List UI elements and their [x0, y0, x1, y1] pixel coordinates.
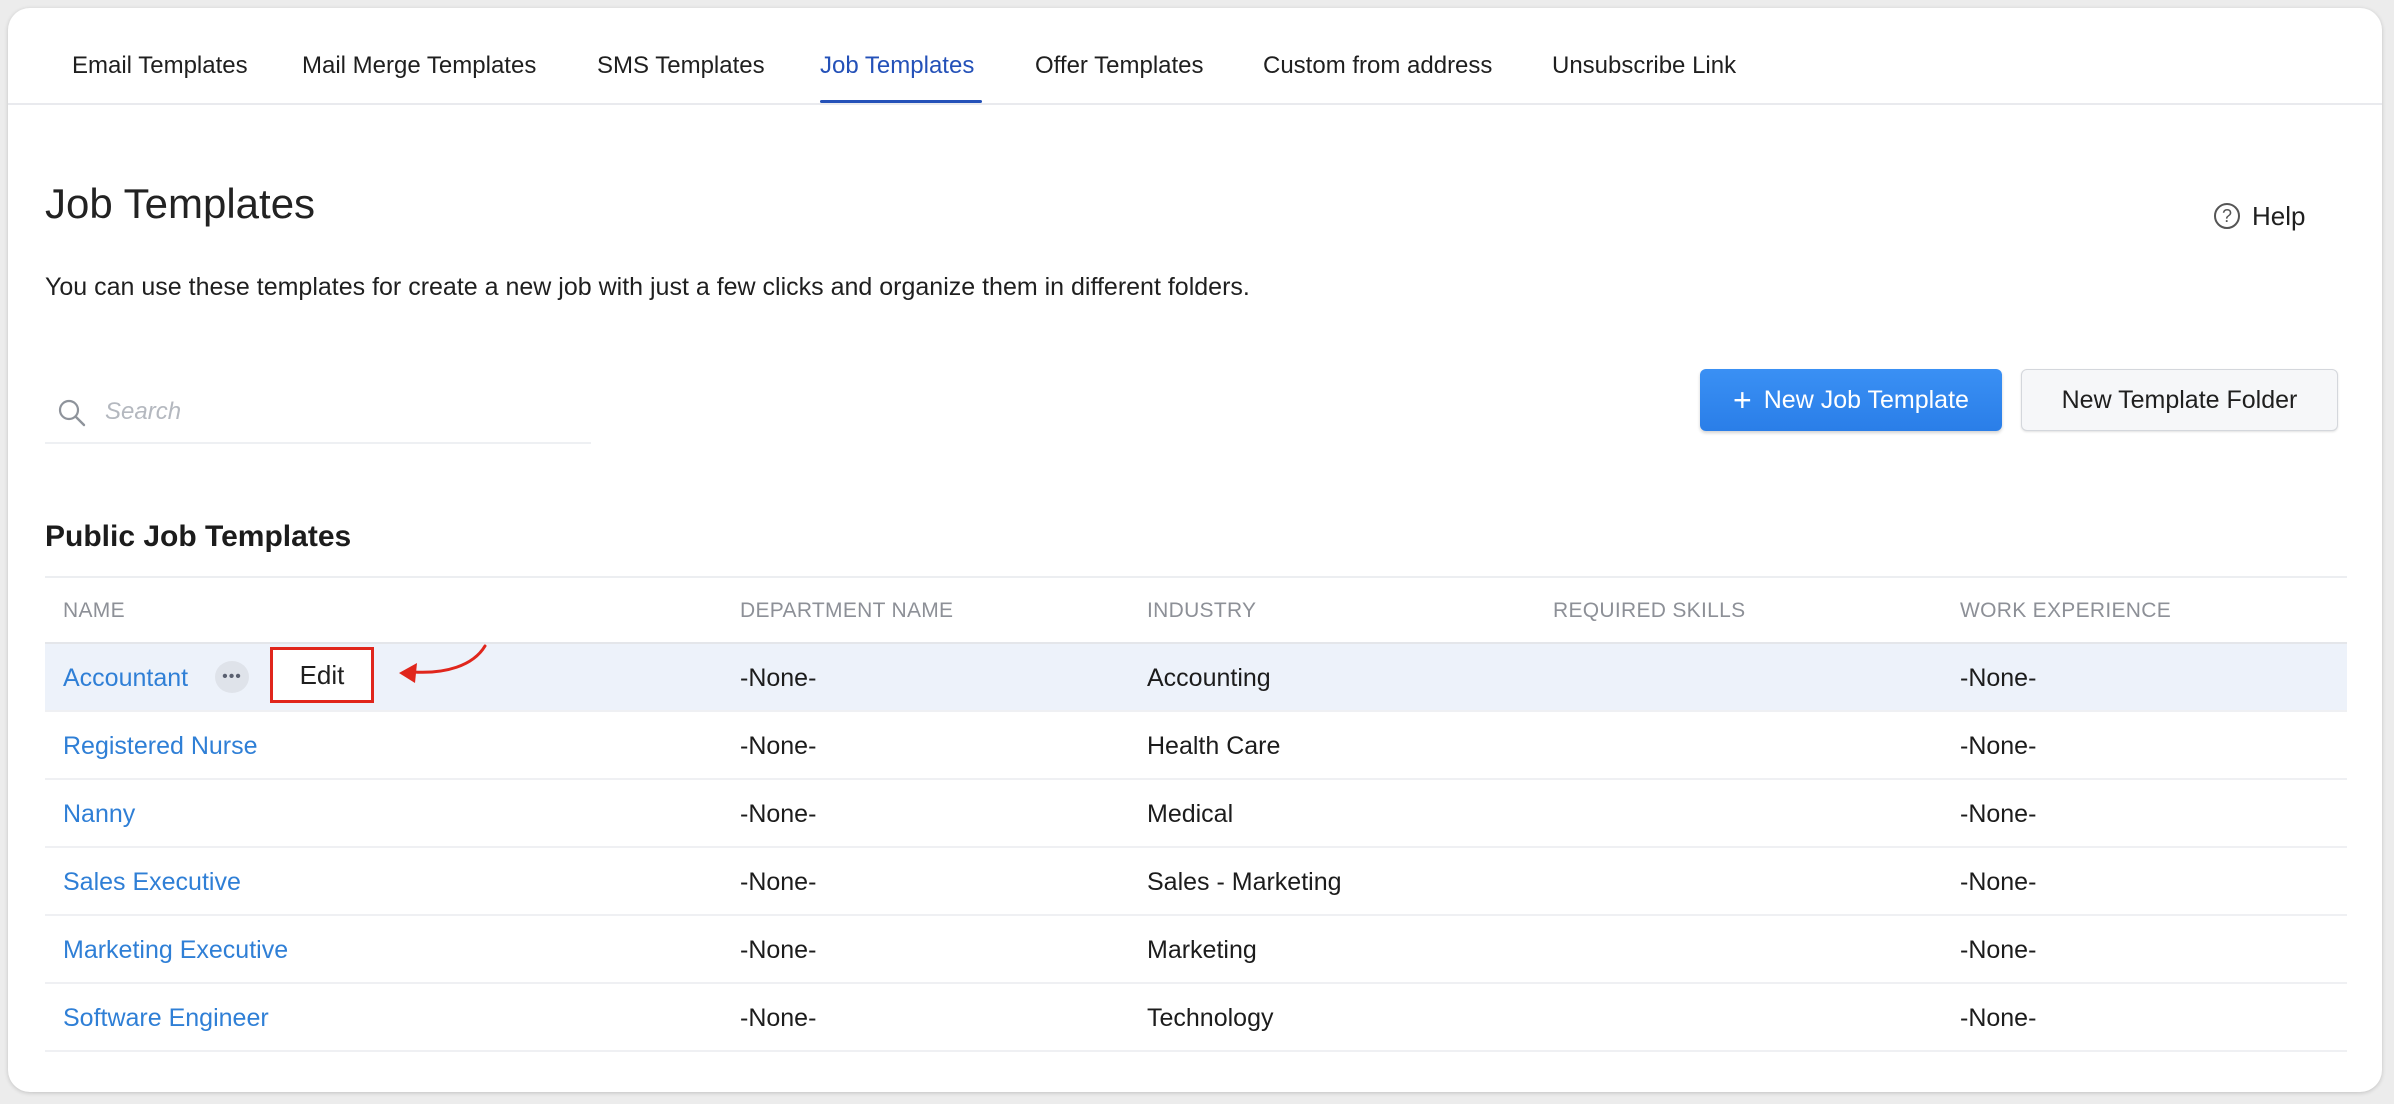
- active-tab-indicator: [820, 100, 982, 103]
- search-box: [45, 384, 591, 444]
- new-job-template-label: New Job Template: [1763, 385, 1969, 414]
- table-row[interactable]: Nanny -None- Medical -None-: [45, 780, 2347, 848]
- experience-cell: -None-: [1960, 664, 2037, 692]
- department-cell: -None-: [740, 868, 817, 896]
- plus-icon: +: [1733, 382, 1752, 418]
- industry-cell: Health Care: [1147, 732, 1281, 760]
- industry-cell: Marketing: [1147, 936, 1257, 964]
- new-job-template-button[interactable]: + New Job Template: [1700, 369, 2002, 431]
- section-title: Public Job Templates: [45, 520, 352, 553]
- column-header-name[interactable]: NAME: [63, 599, 125, 623]
- column-header-experience[interactable]: WORK EXPERIENCE: [1960, 599, 2171, 623]
- experience-cell: -None-: [1960, 732, 2037, 760]
- experience-cell: -None-: [1960, 936, 2037, 964]
- template-name-link[interactable]: Software Engineer: [63, 1004, 269, 1033]
- table-row[interactable]: Accountant ••• Edit -None- Accounting -N…: [45, 644, 2347, 712]
- tab-mail-merge-templates[interactable]: Mail Merge Templates: [302, 52, 536, 80]
- department-cell: -None-: [740, 732, 817, 760]
- job-templates-table: NAME DEPARTMENT NAME INDUSTRY REQUIRED S…: [45, 576, 2347, 1052]
- new-template-folder-button[interactable]: New Template Folder: [2021, 369, 2338, 431]
- experience-cell: -None-: [1960, 1004, 2037, 1032]
- department-cell: -None-: [740, 800, 817, 828]
- search-input[interactable]: [103, 392, 577, 432]
- template-name-link[interactable]: Sales Executive: [63, 868, 241, 897]
- table-header: NAME DEPARTMENT NAME INDUSTRY REQUIRED S…: [45, 576, 2347, 644]
- tab-custom-from-address[interactable]: Custom from address: [1263, 52, 1492, 80]
- tab-unsubscribe-link[interactable]: Unsubscribe Link: [1552, 52, 1736, 80]
- industry-cell: Sales - Marketing: [1147, 868, 1342, 896]
- template-name-link[interactable]: Registered Nurse: [63, 732, 258, 761]
- question-circle-icon: ?: [2214, 203, 2240, 229]
- help-label: Help: [2252, 200, 2306, 231]
- table-row[interactable]: Registered Nurse -None- Health Care -Non…: [45, 712, 2347, 780]
- experience-cell: -None-: [1960, 800, 2037, 828]
- main-card: Email Templates Mail Merge Templates SMS…: [8, 8, 2382, 1092]
- page-title: Job Templates: [45, 180, 316, 227]
- search-icon: [58, 399, 86, 427]
- industry-cell: Accounting: [1147, 664, 1271, 692]
- department-cell: -None-: [740, 664, 817, 692]
- page-description: You can use these templates for create a…: [45, 273, 1250, 301]
- department-cell: -None-: [740, 936, 817, 964]
- edit-menu-item[interactable]: Edit: [270, 647, 374, 703]
- settings-tab-bar: Email Templates Mail Merge Templates SMS…: [8, 8, 2382, 105]
- tab-sms-templates[interactable]: SMS Templates: [597, 52, 765, 80]
- column-header-industry[interactable]: INDUSTRY: [1147, 599, 1256, 623]
- template-name-link[interactable]: Accountant: [63, 664, 188, 693]
- table-row[interactable]: Software Engineer -None- Technology -Non…: [45, 984, 2347, 1052]
- tab-job-templates[interactable]: Job Templates: [820, 52, 974, 80]
- template-name-link[interactable]: Marketing Executive: [63, 936, 288, 965]
- help-link[interactable]: ? Help: [2214, 200, 2305, 232]
- industry-cell: Medical: [1147, 800, 1234, 828]
- table-row[interactable]: Sales Executive -None- Sales - Marketing…: [45, 848, 2347, 916]
- column-header-skills[interactable]: REQUIRED SKILLS: [1553, 599, 1745, 623]
- experience-cell: -None-: [1960, 868, 2037, 896]
- department-cell: -None-: [740, 1004, 817, 1032]
- template-name-link[interactable]: Nanny: [63, 800, 135, 829]
- annotation-arrow-icon: [399, 644, 487, 683]
- industry-cell: Technology: [1147, 1004, 1274, 1032]
- table-row[interactable]: Marketing Executive -None- Marketing -No…: [45, 916, 2347, 984]
- tab-offer-templates[interactable]: Offer Templates: [1035, 52, 1204, 80]
- column-header-department[interactable]: DEPARTMENT NAME: [740, 599, 953, 623]
- more-options-icon[interactable]: •••: [215, 661, 249, 693]
- tab-email-templates[interactable]: Email Templates: [72, 52, 248, 80]
